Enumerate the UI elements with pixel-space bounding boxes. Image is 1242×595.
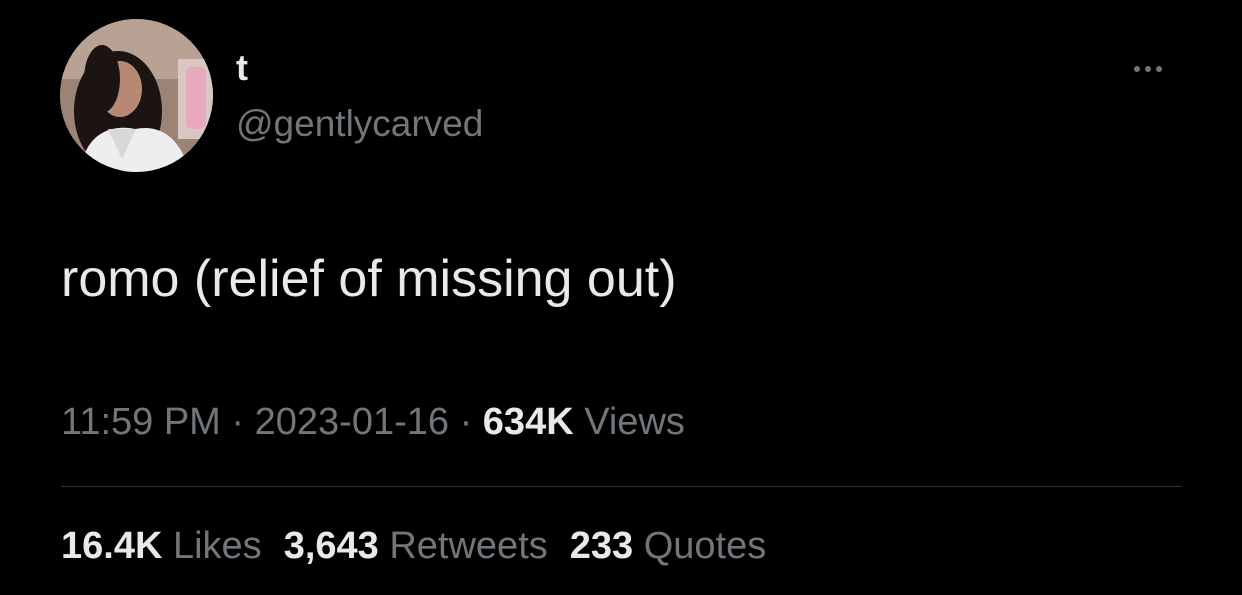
more-horizontal-icon (1128, 66, 1168, 72)
quotes-label: Quotes (643, 525, 767, 567)
tweet-detail: t @gentlycarved romo (relief of missing … (0, 0, 1242, 595)
dot (1156, 66, 1162, 72)
avatar-photo-icon (60, 19, 213, 172)
likes-label: Likes (172, 525, 262, 567)
retweets-count: 3,643 (283, 525, 379, 567)
avatar[interactable] (60, 19, 213, 172)
display-name[interactable]: t (236, 48, 248, 88)
views-label: Views (584, 401, 685, 443)
tweet-date[interactable]: 2023-01-16 (255, 401, 449, 443)
tweet-meta: 11:59 PM · 2023-01-16 · 634K Views (61, 398, 685, 446)
meta-separator: · (231, 401, 245, 443)
meta-separator: · (459, 401, 473, 443)
quotes-count: 233 (569, 525, 634, 567)
tweet-text: romo (relief of missing out) (61, 250, 677, 308)
tweet-stats: 16.4K Likes 3,643 Retweets 233 Quotes (61, 522, 788, 570)
views-count: 634K (482, 401, 574, 443)
dot (1145, 66, 1151, 72)
likes-count: 16.4K (61, 525, 163, 567)
retweets-stat[interactable]: 3,643 Retweets (284, 525, 548, 567)
divider (61, 486, 1182, 487)
retweets-label: Retweets (389, 525, 548, 567)
dot (1134, 66, 1140, 72)
quotes-stat[interactable]: 233 Quotes (570, 525, 767, 567)
likes-stat[interactable]: 16.4K Likes (61, 525, 262, 567)
more-options-button[interactable] (1128, 54, 1180, 84)
tweet-time[interactable]: 11:59 PM (61, 401, 221, 443)
user-handle[interactable]: @gentlycarved (236, 102, 483, 146)
